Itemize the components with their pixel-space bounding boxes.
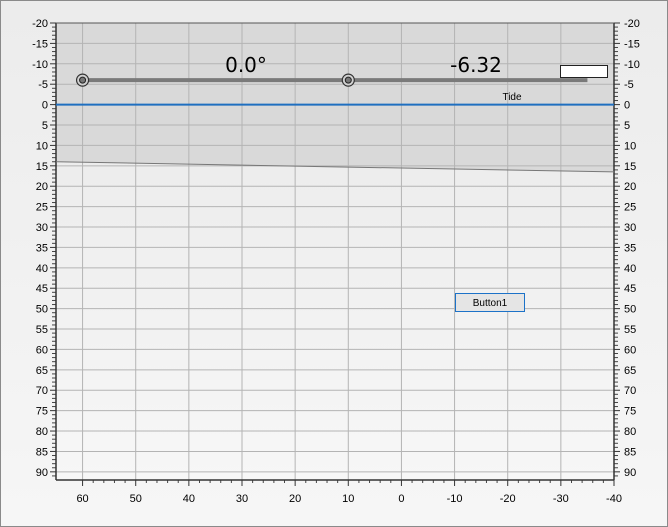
y-tick-label-left: 70 [36, 385, 48, 397]
y-tick-label-left: 50 [36, 304, 48, 316]
y-tick-label-left: 75 [36, 406, 48, 418]
x-tick-label: 10 [342, 493, 354, 505]
y-tick-label-left: 60 [36, 344, 48, 356]
y-tick-label-left: 25 [36, 202, 48, 214]
y-tick-label-right: 5 [624, 120, 630, 132]
x-tick-label: 40 [183, 493, 195, 505]
y-tick-label-left: -10 [32, 59, 48, 71]
angle-label: 0.0° [225, 53, 267, 77]
y-tick-label-left: 80 [36, 426, 48, 438]
y-tick-label-right: 30 [624, 222, 636, 234]
y-tick-label-right: 35 [624, 242, 636, 254]
y-tick-label-right: -15 [624, 38, 640, 50]
y-tick-label-right: 90 [624, 467, 636, 479]
x-tick-label: -10 [447, 493, 463, 505]
y-tick-label-left: 85 [36, 446, 48, 458]
y-tick-label-right: 15 [624, 161, 636, 173]
y-tick-label-right: 50 [624, 304, 636, 316]
y-tick-label-right: 40 [624, 263, 636, 275]
y-tick-label-left: 30 [36, 222, 48, 234]
y-tick-label-left: 45 [36, 283, 48, 295]
tide-label: Tide [502, 92, 522, 103]
button1[interactable]: Button1 [455, 293, 525, 312]
y-tick-label-left: 65 [36, 365, 48, 377]
y-tick-label-left: 90 [36, 467, 48, 479]
y-tick-label-right: 25 [624, 202, 636, 214]
y-tick-label-right: 20 [624, 181, 636, 193]
y-tick-label-left: -20 [32, 18, 48, 30]
depth-label: -6.32 [450, 53, 502, 77]
y-tick-label-left: 55 [36, 324, 48, 336]
x-tick-label: -30 [553, 493, 569, 505]
y-tick-label-right: 80 [624, 426, 636, 438]
y-tick-label-right: 70 [624, 385, 636, 397]
y-tick-label-right: -10 [624, 59, 640, 71]
water-region [56, 23, 614, 172]
plot-canvas: -20 -20-15 -15-10 -10-5 -50 05 510 1015 1520 2025… [32, 18, 640, 505]
y-tick-label-left: 20 [36, 181, 48, 193]
slider-handle-left-center [79, 76, 87, 84]
value-input-box[interactable] [560, 65, 608, 78]
y-tick-label-left: 15 [36, 161, 48, 173]
y-tick-label-right: -20 [624, 18, 640, 30]
y-tick-label-left: 0 [42, 100, 48, 112]
y-tick-label-right: 65 [624, 365, 636, 377]
y-tick-label-left: -15 [32, 38, 48, 50]
y-tick-label-left: 35 [36, 242, 48, 254]
y-tick-label-right: 60 [624, 344, 636, 356]
x-tick-label: 50 [130, 493, 142, 505]
y-tick-label-right: -5 [624, 79, 634, 91]
y-tick-label-left: 10 [36, 140, 48, 152]
x-tick-label: 60 [76, 493, 88, 505]
x-tick-label: 0 [398, 493, 404, 505]
y-tick-label-right: 45 [624, 283, 636, 295]
y-tick-label-left: 40 [36, 263, 48, 275]
y-tick-label-left: 5 [42, 120, 48, 132]
y-tick-label-right: 10 [624, 140, 636, 152]
x-tick-label: 30 [236, 493, 248, 505]
y-tick-label-right: 55 [624, 324, 636, 336]
y-tick-label-right: 0 [624, 100, 630, 112]
x-tick-label: -40 [606, 493, 622, 505]
x-tick-label: -20 [500, 493, 516, 505]
y-tick-label-right: 75 [624, 406, 636, 418]
y-tick-label-right: 85 [624, 446, 636, 458]
slider-handle-middle-center [344, 76, 352, 84]
y-tick-label-left: -5 [38, 79, 48, 91]
x-tick-label: 20 [289, 493, 301, 505]
